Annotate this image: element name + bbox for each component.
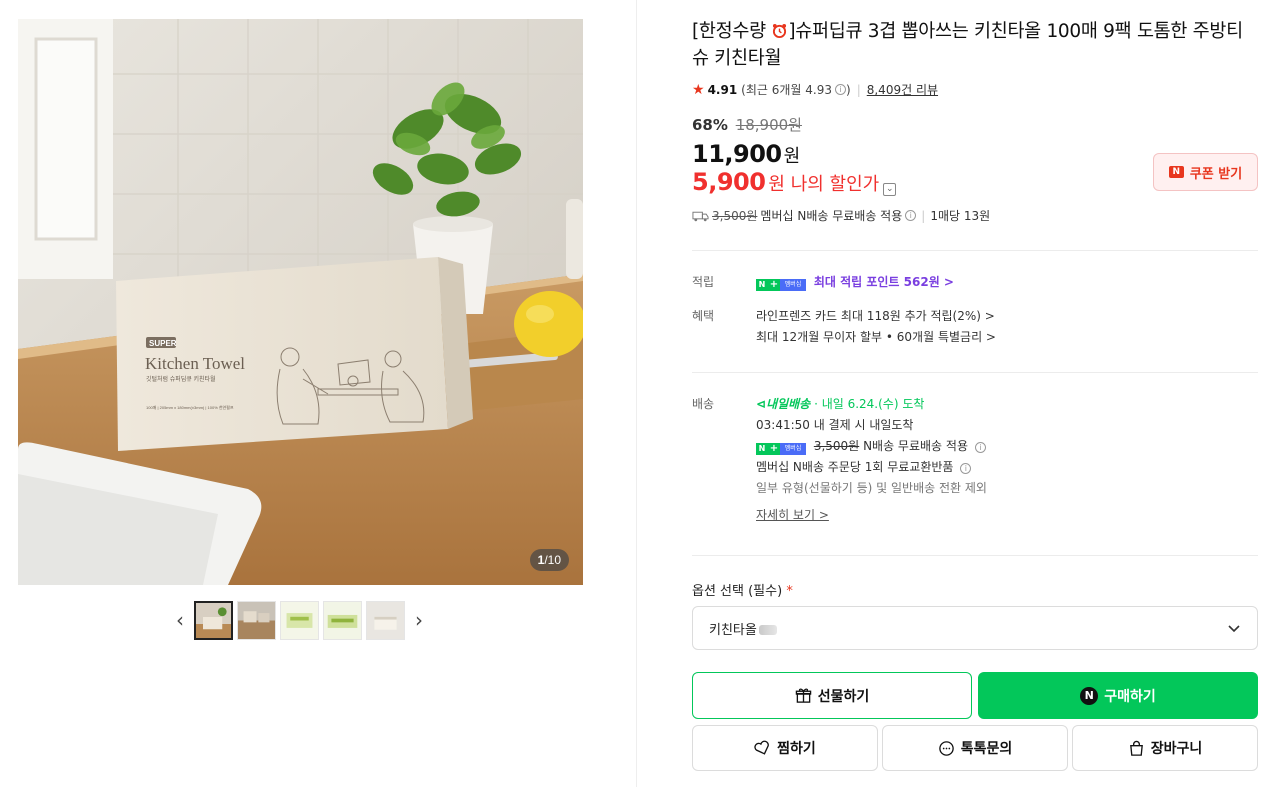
- gift-icon: [795, 688, 811, 703]
- coupon-label: 쿠폰 받기: [1189, 166, 1243, 182]
- gift-button[interactable]: 선물하기: [692, 672, 972, 719]
- delivery-details: ⊲내일배송 · 내일 6.24.(수) 도착 03:41:50 내 결제 시 내…: [756, 394, 987, 526]
- sale-price: 11,900 원: [692, 140, 800, 168]
- chat-bubble-icon: [938, 740, 954, 756]
- delivery-fee-original: 3,500원: [813, 439, 860, 453]
- delivery-more-row: 자세히 보기 >: [756, 505, 987, 526]
- product-title: [한정수량 ]슈퍼딥큐 3겹 뽑아쓰는 키친타올 100매 9팩 도톰한 주방티…: [692, 21, 1243, 69]
- my-discount-price: 5,900 원 나의 할인가 ⌄: [692, 168, 897, 196]
- delivery-fee-row: N + 멤버십 3,500원 N배송 무료배송 적용 i: [756, 436, 987, 457]
- column-divider: [636, 0, 637, 787]
- cart-label: 장바구니: [1150, 741, 1203, 757]
- alarm-clock-icon: [773, 23, 787, 38]
- npay-icon: N: [1080, 686, 1099, 705]
- option-select[interactable]: 키친타올: [692, 606, 1258, 650]
- divider: [692, 555, 1258, 556]
- thumbnail-next-button[interactable]: ›: [409, 600, 429, 640]
- exchange-text: 멤버십 N배송 주문당 1회 무료교환반품: [756, 460, 954, 474]
- separator: |: [856, 82, 861, 97]
- thumbnail-5[interactable]: [366, 600, 405, 640]
- gift-label: 선물하기: [817, 688, 870, 705]
- my-price-number: 5,900: [692, 168, 766, 196]
- truck-icon: [692, 211, 709, 221]
- discount-rate: 68%: [692, 116, 728, 134]
- kitchen-towel-photo: SUPER Kitchen Towel 깃털처럼 슈퍼딥큐 키친타월 100매 …: [18, 19, 583, 585]
- info-icon[interactable]: i: [905, 210, 917, 221]
- talk-label: 톡톡문의: [960, 741, 1013, 757]
- discount-row: 68% 18,900원: [692, 114, 802, 135]
- my-price-label: 원 나의 할인가: [768, 174, 880, 195]
- card-benefit-link[interactable]: 라인프렌즈 카드 최대 118원 추가 적립(2%) >: [756, 306, 996, 327]
- perk-rows: 라인프렌즈 카드 최대 118원 추가 적립(2%) > 최대 12개월 무이자…: [756, 306, 996, 348]
- buy-button[interactable]: N 구매하기: [978, 672, 1258, 719]
- coupon-button[interactable]: N 쿠폰 받기: [1153, 153, 1258, 191]
- shipping-fee-original: 3,500원: [712, 209, 758, 223]
- option-selected-value: 키친타올: [709, 619, 777, 638]
- point-label: 적립: [692, 275, 715, 289]
- divider: [692, 372, 1258, 373]
- divider: [692, 250, 1258, 251]
- option-label: 옵션 선택 (필수) *: [692, 584, 793, 599]
- max-point-link[interactable]: 최대 적립 포인트 562원 >: [814, 275, 954, 289]
- tomorrow-delivery-badge: ⊲내일배송: [756, 397, 811, 411]
- wish-button[interactable]: 찜하기: [692, 725, 878, 771]
- rating-recent: (최근 6개월 4.93: [741, 83, 832, 97]
- naver-coupon-icon: N: [1168, 166, 1184, 178]
- shipping-summary: 3,500원 멤버십 N배송 무료배송 적용 i | 1매당 13원: [692, 207, 990, 224]
- delivery-fee-text: N배송 무료배송 적용: [863, 439, 968, 453]
- buy-label: 구매하기: [1104, 688, 1156, 705]
- box-title-text: Kitchen Towel: [145, 354, 245, 373]
- image-counter: 1/10: [529, 549, 569, 571]
- delivery-label: 배송: [692, 397, 715, 411]
- info-icon[interactable]: i: [974, 442, 986, 453]
- arrival-date: · 내일 6.24.(수) 도착: [814, 397, 925, 411]
- thumbnail-strip: ‹ ›: [170, 600, 429, 640]
- required-mark: *: [786, 584, 793, 599]
- chevron-down-icon[interactable]: ⌄: [883, 183, 897, 196]
- thumbnail-prev-button[interactable]: ‹: [170, 600, 190, 640]
- heart-icon: [754, 740, 770, 755]
- rating-recent-close: ): [846, 82, 851, 97]
- delivery-note: 일부 유형(선물하기 등) 및 일반배송 전환 제외: [756, 481, 987, 495]
- exchange-row: 멤버십 N배송 주문당 1회 무료교환반품 i: [756, 457, 987, 478]
- delivery-cutoff: 03:41:50 내 결제 시 내일도착: [756, 418, 914, 432]
- shopping-bag-icon: [1129, 740, 1143, 756]
- rating-summary: ★ 4.91 (최근 6개월 4.93 i ) | 8,409건 리뷰: [692, 81, 938, 98]
- box-brand-text: SUPER: [149, 339, 177, 348]
- product-main-image[interactable]: SUPER Kitchen Towel 깃털처럼 슈퍼딥큐 키친타월 100매 …: [18, 19, 583, 585]
- per-sheet-price: 1매당 13원: [930, 209, 991, 223]
- original-price: 18,900원: [735, 116, 802, 134]
- talk-inquiry-button[interactable]: 톡톡문의: [882, 725, 1068, 771]
- masked-text: [758, 624, 777, 635]
- delivery-more-link[interactable]: 자세히 보기 >: [756, 508, 829, 522]
- info-icon[interactable]: i: [835, 84, 846, 95]
- box-subtitle-text: 깃털처럼 슈퍼딥큐 키친타월: [146, 375, 216, 383]
- thumbnail-3[interactable]: [280, 600, 319, 640]
- box-spec-text: 100매 | 205mm x 180mm(±3mm) | 100% 천연펄프: [146, 404, 234, 410]
- installment-benefit-link[interactable]: 최대 12개월 무이자 할부 • 60개월 특별금리 >: [756, 327, 996, 348]
- sale-price-unit: 원: [783, 146, 801, 167]
- separator: |: [921, 208, 926, 223]
- cart-button[interactable]: 장바구니: [1072, 725, 1258, 771]
- chevron-down-icon: [1228, 625, 1240, 633]
- thumbnail-1[interactable]: [194, 600, 233, 640]
- thumbnail-2[interactable]: [237, 600, 276, 640]
- sale-price-number: 11,900: [692, 140, 782, 168]
- info-icon[interactable]: i: [960, 463, 972, 474]
- review-count-link[interactable]: 8,409건 리뷰: [867, 81, 938, 98]
- delivery-arrival-row: ⊲내일배송 · 내일 6.24.(수) 도착: [756, 394, 987, 415]
- wish-label: 찜하기: [777, 741, 816, 757]
- shipping-text: 멤버십 N배송 무료배송 적용: [760, 209, 903, 223]
- npay-membership-icon: N + 멤버십: [756, 278, 806, 291]
- perk-label: 혜택: [692, 309, 715, 323]
- point-row: N + 멤버십 최대 적립 포인트 562원 >: [756, 272, 954, 293]
- star-icon: ★: [692, 81, 705, 98]
- thumbnail-4[interactable]: [323, 600, 362, 640]
- npay-membership-icon: N + 멤버십: [756, 442, 806, 455]
- rating-score: 4.91: [707, 82, 738, 97]
